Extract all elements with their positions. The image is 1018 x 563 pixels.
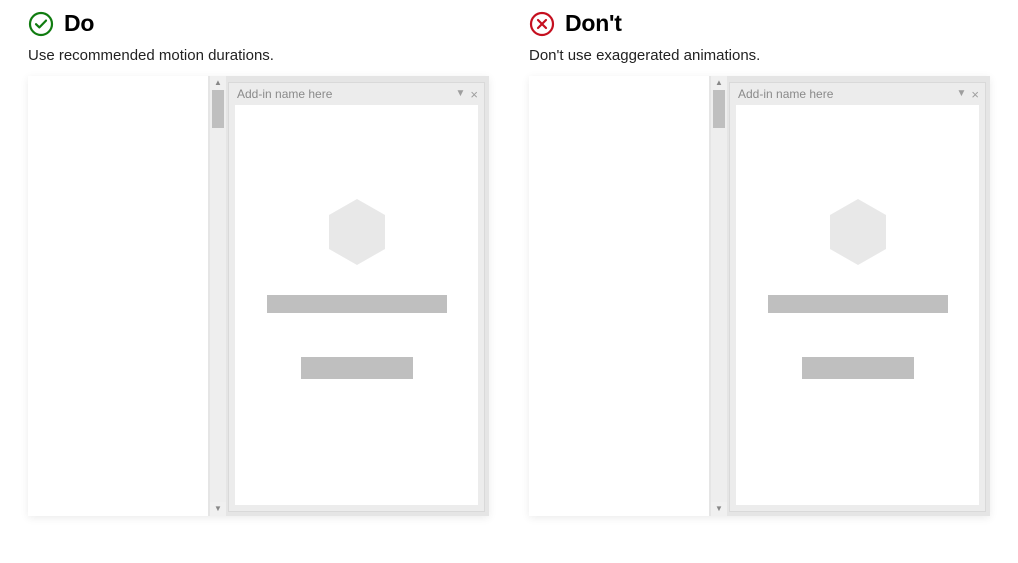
placeholder-bar-long bbox=[267, 295, 447, 313]
pane-actions: ▼ × bbox=[957, 88, 980, 101]
scrollbar[interactable]: ▲ ▼ bbox=[210, 76, 226, 516]
close-icon[interactable]: × bbox=[470, 88, 478, 101]
do-subtitle: Use recommended motion durations. bbox=[28, 47, 489, 64]
pane-body bbox=[736, 105, 979, 505]
scrollbar-up-icon[interactable]: ▲ bbox=[711, 76, 727, 90]
do-canvas: ▲ ▼ Add-in name here ▼ × bbox=[28, 76, 489, 516]
pane-body bbox=[235, 105, 478, 505]
x-circle-icon bbox=[529, 11, 555, 37]
chevron-down-icon[interactable]: ▼ bbox=[957, 89, 967, 99]
document-page bbox=[28, 76, 208, 516]
chevron-down-icon[interactable]: ▼ bbox=[456, 89, 466, 99]
dont-title: Don't bbox=[565, 10, 622, 37]
addin-pane: Add-in name here ▼ × bbox=[228, 82, 485, 512]
dont-column: Don't Don't use exaggerated animations. … bbox=[529, 10, 990, 516]
scrollbar-thumb[interactable] bbox=[713, 90, 725, 128]
dont-subtitle: Don't use exaggerated animations. bbox=[529, 47, 990, 64]
dont-header: Don't bbox=[529, 10, 990, 37]
placeholder-bar-short bbox=[301, 357, 413, 379]
hexagon-icon bbox=[327, 197, 387, 267]
pane-header: Add-in name here ▼ × bbox=[229, 83, 484, 105]
placeholder-bar-short bbox=[802, 357, 914, 379]
pane-actions: ▼ × bbox=[456, 88, 479, 101]
scrollbar-up-icon[interactable]: ▲ bbox=[210, 76, 226, 90]
hexagon-icon bbox=[828, 197, 888, 267]
pane-title: Add-in name here bbox=[237, 87, 456, 101]
placeholder-bar-long bbox=[768, 295, 948, 313]
scrollbar-down-icon[interactable]: ▼ bbox=[711, 502, 727, 516]
document-page bbox=[529, 76, 709, 516]
pane-header: Add-in name here ▼ × bbox=[730, 83, 985, 105]
pane-title: Add-in name here bbox=[738, 87, 957, 101]
scrollbar-thumb[interactable] bbox=[212, 90, 224, 128]
do-title: Do bbox=[64, 10, 94, 37]
dont-canvas: ▲ ▼ Add-in name here ▼ × bbox=[529, 76, 990, 516]
scrollbar[interactable]: ▲ ▼ bbox=[711, 76, 727, 516]
addin-pane: Add-in name here ▼ × bbox=[729, 82, 986, 512]
scrollbar-down-icon[interactable]: ▼ bbox=[210, 502, 226, 516]
close-icon[interactable]: × bbox=[971, 88, 979, 101]
check-circle-icon bbox=[28, 11, 54, 37]
do-header: Do bbox=[28, 10, 489, 37]
do-column: Do Use recommended motion durations. ▲ ▼… bbox=[28, 10, 489, 516]
